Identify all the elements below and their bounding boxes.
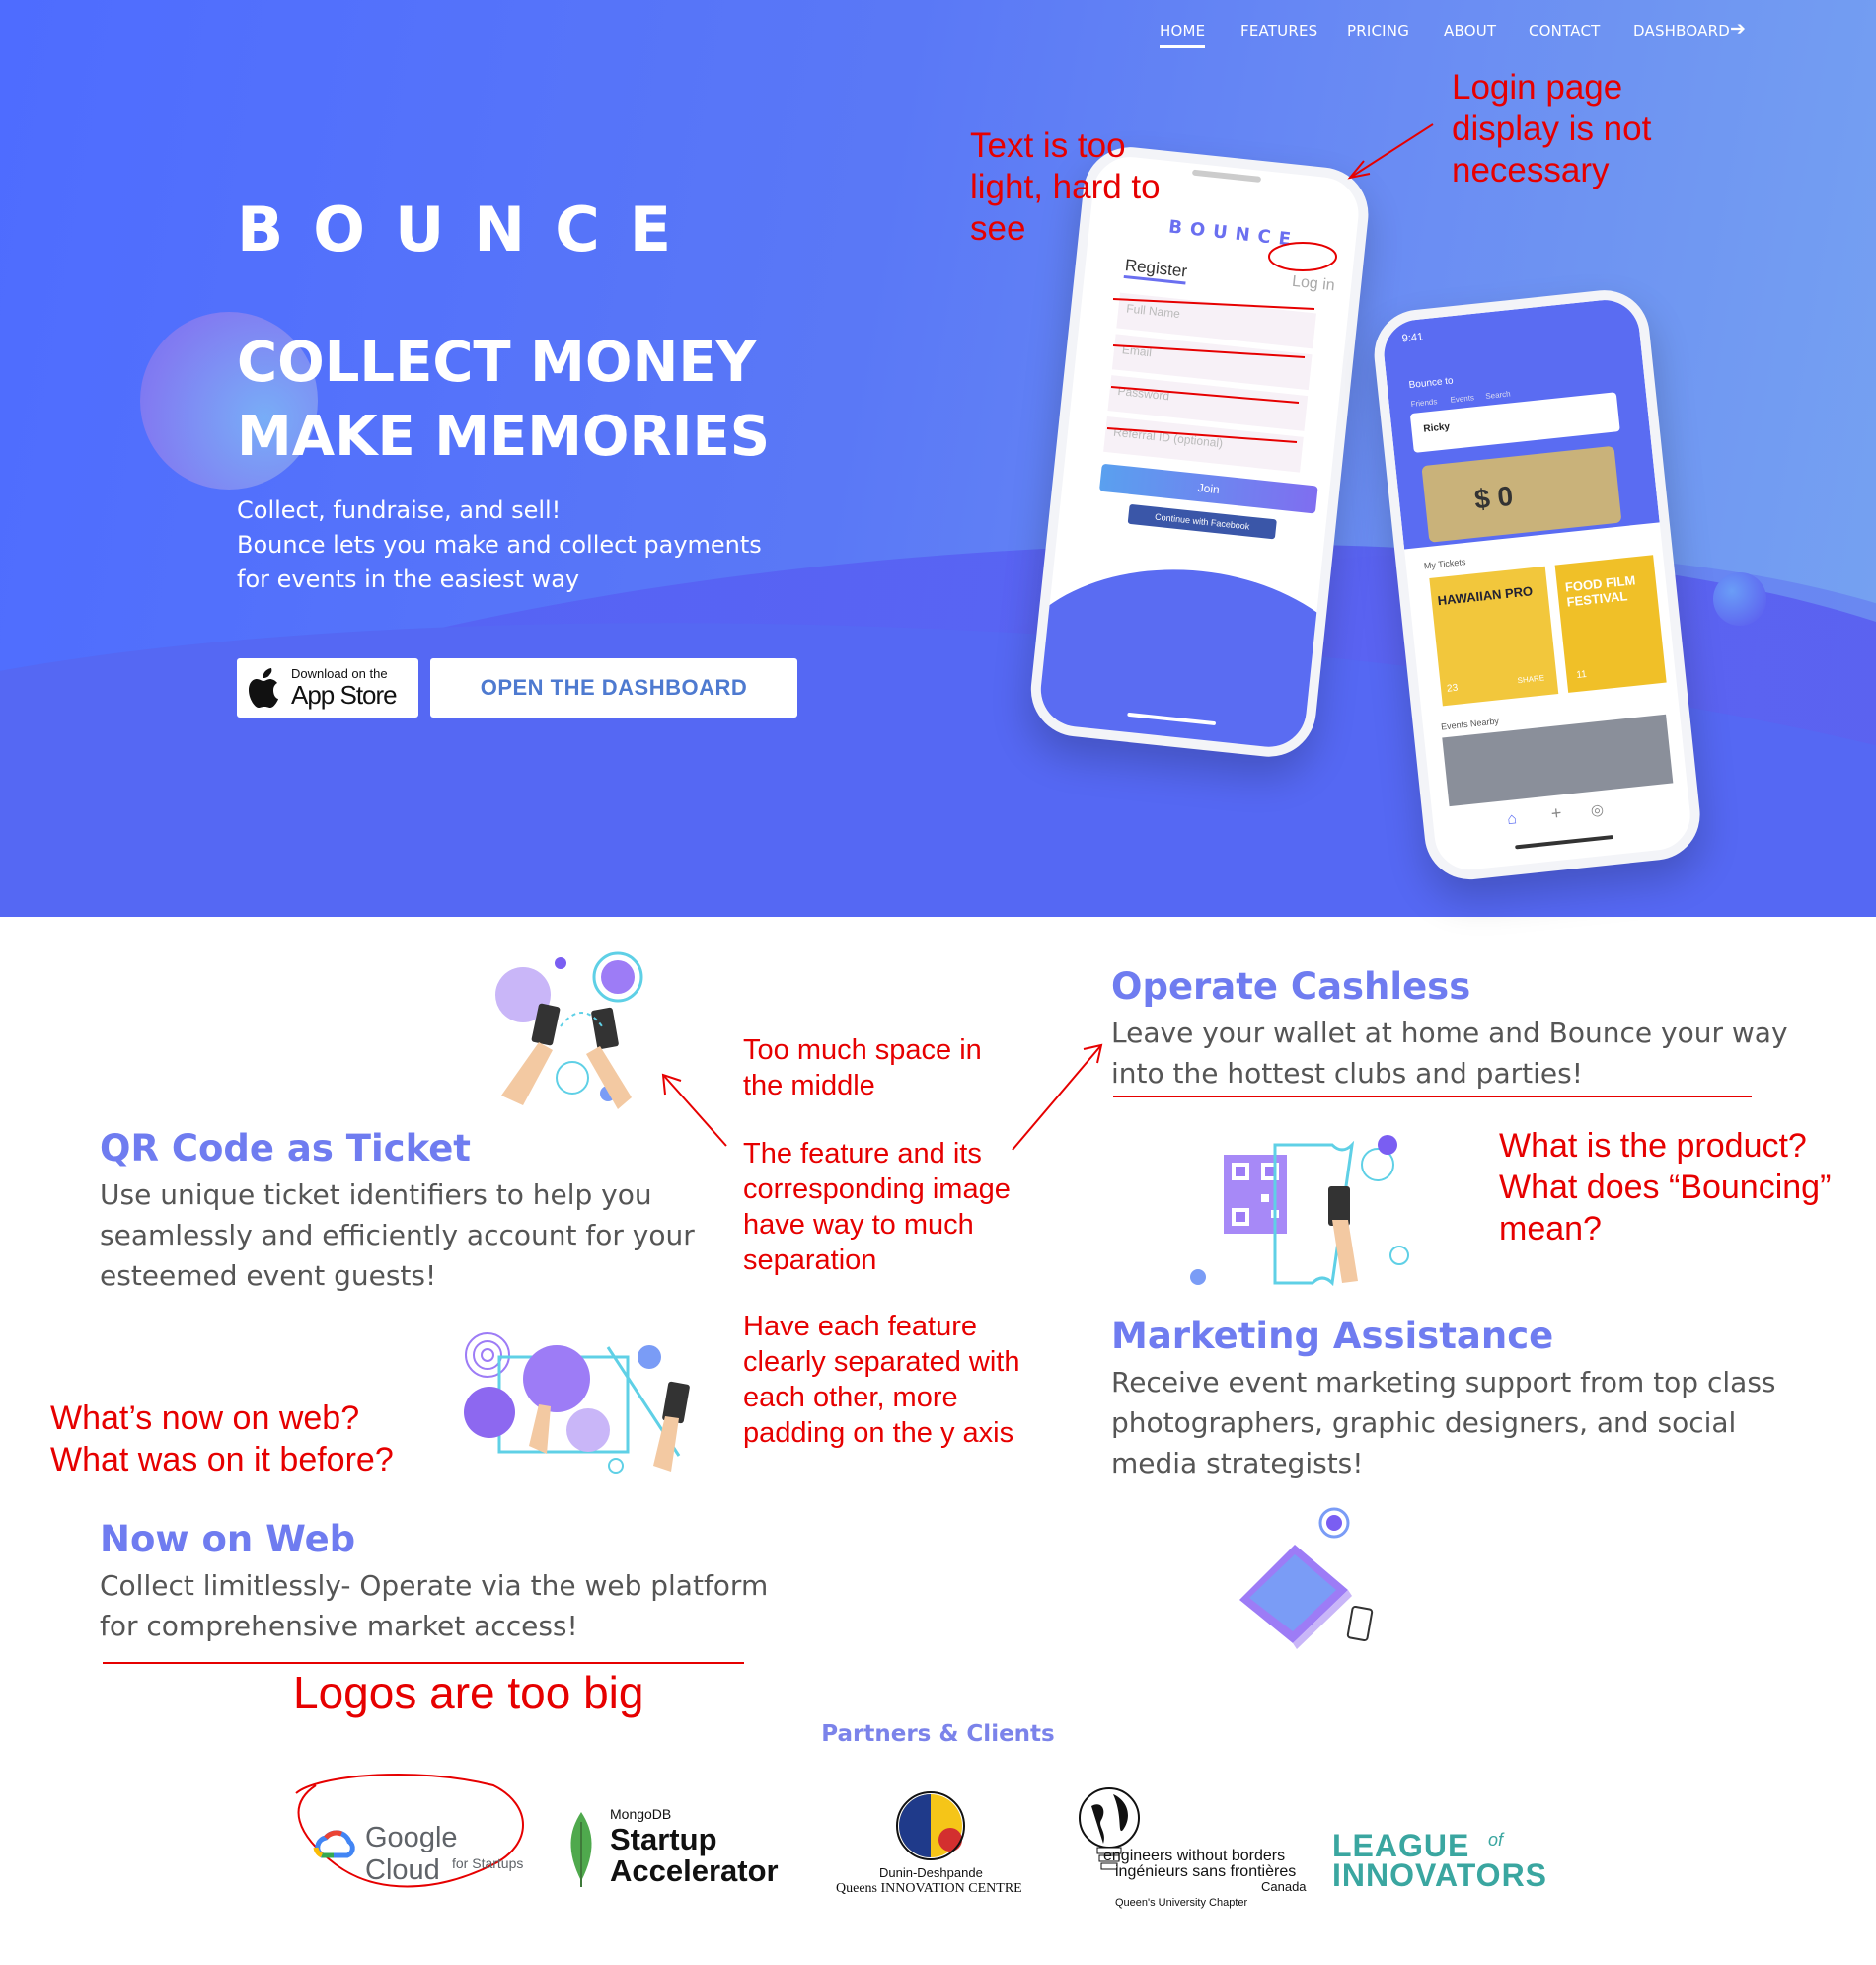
mongodb-leaf-icon	[570, 1812, 592, 1887]
league-of-innovators-logo[interactable]: LEAGUE of INNOVATORS	[1332, 1828, 1579, 1893]
google-cloud-icon	[313, 1830, 355, 1858]
annotation-product: What is the product? What does “Bouncing”…	[1499, 1127, 1832, 1247]
partners-title: Partners & Clients	[821, 1721, 1055, 1747]
engineers-without-borders-logo[interactable]: engineers without borders ingénieurs san…	[1074, 1786, 1311, 1909]
annotation-login: Login page display is not necessary	[1452, 68, 1652, 189]
google-cloud-logo[interactable]: Google Cloud for Startups	[312, 1818, 539, 1886]
annotation-text-light: Text is too light, hard to see	[970, 126, 1161, 248]
annotation-web: What’s now on web? What was on it before?	[50, 1399, 394, 1478]
annotation-logos: Logos are too big	[293, 1667, 644, 1718]
annotation-space: Too much space in the middle	[743, 1034, 982, 1101]
dunin-deshpande-logo[interactable]: Dunin-Deshpande Queens INNOVATION CENTRE	[834, 1788, 1031, 1899]
annotation-separation: The feature and its corresponding image ha…	[743, 1138, 1011, 1276]
annotation-padding: Have each feature clearly separated with e…	[743, 1311, 1020, 1449]
mongodb-startup-logo[interactable]: MongoDB Startup Accelerator	[564, 1806, 801, 1888]
dunin-deshpande-emblem	[896, 1791, 965, 1860]
